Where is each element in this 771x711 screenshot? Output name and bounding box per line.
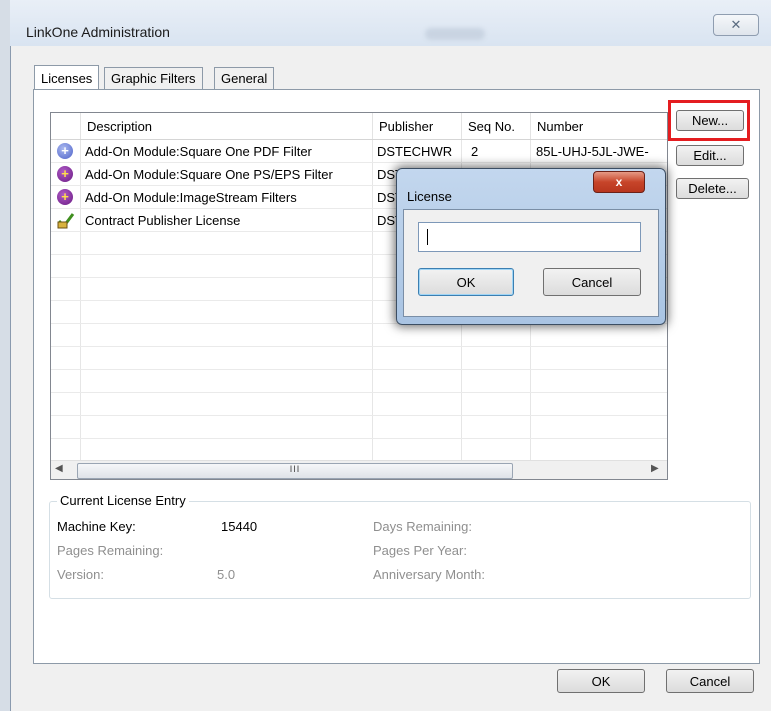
row-seq: 2 — [471, 144, 479, 159]
scroll-thumb[interactable]: III — [77, 463, 513, 479]
tab-licenses[interactable]: Licenses — [34, 65, 100, 89]
ok-button[interactable]: OK — [557, 669, 645, 693]
window-close-button[interactable]: ✕ — [713, 14, 759, 36]
license-key-input[interactable] — [418, 222, 641, 252]
version-value: 5.0 — [217, 567, 236, 582]
row-number: 85L-UHJ-5JL-JWE- — [536, 144, 649, 159]
tab-graphic-filters[interactable]: Graphic Filters — [104, 67, 203, 89]
row-description: Contract Publisher License — [85, 213, 241, 228]
version-label: Version: — [57, 567, 104, 582]
header-spacer — [51, 113, 81, 139]
grid-row-line — [51, 370, 667, 393]
grid-row-line — [51, 347, 667, 370]
tab-general[interactable]: General — [214, 67, 275, 89]
license-dialog-close-button[interactable]: x — [593, 171, 645, 193]
title-bar: LinkOne Administration — [10, 0, 771, 46]
row-publisher: DSTECHWR — [377, 144, 453, 159]
column-number[interactable]: Number — [531, 113, 667, 139]
grid-row-line — [51, 439, 667, 462]
blue-plus-icon: + — [57, 143, 73, 159]
pages-remaining-label: Pages Remaining: — [57, 543, 164, 558]
license-dialog: License x OK Cancel — [396, 168, 666, 325]
machine-key-value: 15440 — [221, 519, 258, 534]
window-title: LinkOne Administration — [26, 24, 170, 40]
license-dialog-title: License — [407, 189, 452, 204]
anniversary-month-label: Anniversary Month: — [373, 567, 485, 582]
row-description: Add-On Module:ImageStream Filters — [85, 190, 297, 205]
horizontal-scrollbar[interactable]: ◀ III ▶ — [51, 460, 667, 479]
license-ok-button[interactable]: OK — [418, 268, 514, 296]
certificate-icon — [57, 212, 75, 229]
purple-plus-icon: + — [57, 166, 73, 182]
grid-row-line — [51, 324, 667, 347]
new-button[interactable]: New... — [676, 110, 744, 131]
text-caret — [427, 229, 428, 245]
machine-key-label: Machine Key: — [57, 519, 136, 534]
delete-button[interactable]: Delete... — [676, 178, 749, 199]
edit-button[interactable]: Edit... — [676, 145, 744, 166]
pages-per-year-label: Pages Per Year: — [373, 543, 467, 558]
table-row[interactable]: + Add-On Module:Square One PDF Filter DS… — [51, 140, 667, 163]
current-license-entry-legend: Current License Entry — [57, 493, 189, 508]
grid-row-line — [51, 393, 667, 416]
days-remaining-label: Days Remaining: — [373, 519, 472, 534]
row-description: Add-On Module:Square One PS/EPS Filter — [85, 167, 333, 182]
close-icon: ✕ — [730, 17, 742, 32]
column-description[interactable]: Description — [81, 113, 373, 139]
grid-row-line — [51, 416, 667, 439]
cancel-button[interactable]: Cancel — [666, 669, 754, 693]
title-bar-blur — [425, 28, 485, 40]
purple-plus-icon: + — [57, 189, 73, 205]
list-header: Description Publisher Seq No. Number — [51, 113, 667, 140]
license-dialog-body: OK Cancel — [403, 209, 659, 317]
column-publisher[interactable]: Publisher — [373, 113, 462, 139]
close-icon: x — [615, 175, 623, 189]
scroll-left-icon[interactable]: ◀ — [55, 463, 63, 474]
scroll-grip-icon: III — [289, 464, 301, 474]
license-cancel-button[interactable]: Cancel — [543, 268, 641, 296]
scroll-right-icon[interactable]: ▶ — [651, 463, 659, 474]
row-description: Add-On Module:Square One PDF Filter — [85, 144, 312, 159]
column-seq-no[interactable]: Seq No. — [462, 113, 531, 139]
